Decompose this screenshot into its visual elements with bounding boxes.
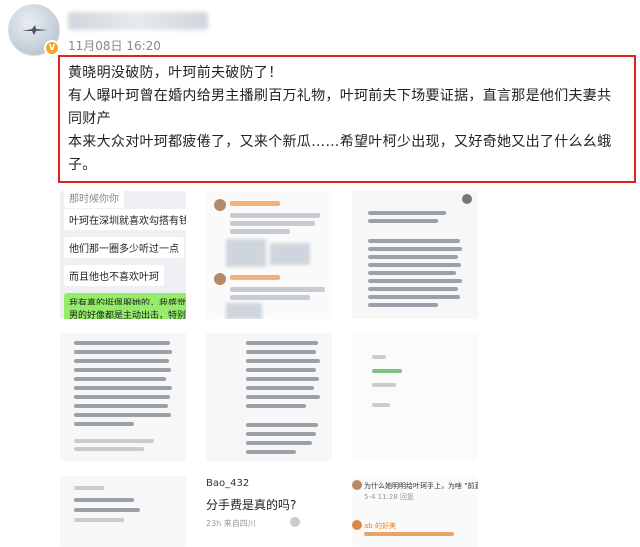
text-line bbox=[372, 369, 402, 373]
comment-image-blur bbox=[270, 243, 310, 265]
verified-badge-icon: V bbox=[44, 40, 60, 56]
text-line bbox=[368, 219, 438, 223]
reply-icon[interactable] bbox=[290, 517, 300, 527]
text-line bbox=[372, 403, 390, 407]
text-line bbox=[246, 432, 316, 436]
comment-line bbox=[230, 287, 325, 292]
post-line-2: 有人曝叶珂曾在婚内给男主播刷百万礼物，叶珂前夫下场要证据，直言那是他们夫妻共 bbox=[68, 88, 612, 104]
text-line bbox=[74, 359, 169, 363]
text-line bbox=[74, 413, 171, 417]
post-line-3: 同财产 bbox=[68, 111, 111, 127]
text-line bbox=[372, 355, 386, 359]
text-line bbox=[246, 377, 319, 381]
text-line bbox=[74, 518, 124, 522]
image-comment-bao[interactable]: Bao_432 分手费是真的吗? 23h 来自四川 bbox=[206, 476, 332, 547]
text-line bbox=[246, 368, 316, 372]
chat-message: 叶珂在深圳就喜欢勾搭有钱人 bbox=[64, 209, 186, 230]
text-line bbox=[246, 350, 316, 354]
text-line bbox=[246, 359, 320, 363]
text-line bbox=[246, 341, 318, 345]
image-text-screenshot[interactable] bbox=[352, 191, 478, 319]
comment-line bbox=[230, 229, 290, 234]
text-line bbox=[246, 404, 306, 408]
text-line bbox=[74, 439, 154, 443]
text-line bbox=[368, 271, 456, 275]
comment-name-blur bbox=[230, 201, 280, 206]
bird-icon bbox=[22, 25, 48, 35]
text-line bbox=[74, 341, 170, 345]
text-line bbox=[74, 386, 172, 390]
text-line bbox=[368, 303, 438, 307]
post-text-box: 黄晓明没破防，叶珂前夫破防了！ 有人曝叶珂曾在婚内给男主播刷百万礼物，叶珂前夫下… bbox=[58, 55, 636, 183]
image-text-screenshot[interactable] bbox=[206, 333, 332, 461]
comment-avatar bbox=[214, 199, 226, 211]
text-line bbox=[246, 386, 314, 390]
chat-partial-top: 那时候你你 bbox=[64, 191, 124, 208]
text-line bbox=[368, 211, 446, 215]
comment-username: ab 的好美 bbox=[364, 522, 396, 530]
comment-line bbox=[230, 213, 320, 218]
text-line bbox=[74, 395, 170, 399]
comment-image-blur bbox=[226, 303, 262, 319]
username-blurred[interactable] bbox=[68, 12, 208, 30]
comment-meta: 5-4 11:28 回复 bbox=[364, 493, 415, 501]
comment-text: 为什么她明明给叶珂手上，为啥 "前直接转账 bbox=[364, 482, 478, 490]
text-line bbox=[368, 255, 458, 259]
image-text-screenshot[interactable] bbox=[60, 476, 186, 547]
chat-message-green: 男的好像都是主动出击，特别主 bbox=[64, 305, 186, 319]
image-comments-screenshot[interactable]: 为什么她明明给叶珂手上，为啥 "前直接转账 5-4 11:28 回复 ab 的好… bbox=[352, 476, 478, 547]
post-time: 11月08日 16:20 bbox=[68, 39, 161, 53]
comment-meta: 23h 来自四川 bbox=[206, 519, 256, 528]
image-text-screenshot[interactable] bbox=[60, 333, 186, 461]
text-line bbox=[372, 383, 396, 387]
post-line-1: 黄晓明没破防，叶珂前夫破防了！ bbox=[68, 65, 283, 81]
image-text-screenshot[interactable] bbox=[352, 333, 478, 461]
text-line bbox=[74, 368, 171, 372]
post-line-4: 本来大众对叶珂都疲倦了，又来个新瓜……希望叶柯少出现，又好奇她又出了什么幺蛾 bbox=[68, 134, 612, 150]
comment-line bbox=[230, 295, 310, 300]
text-line bbox=[246, 423, 318, 427]
text-line bbox=[368, 287, 458, 291]
text-line bbox=[74, 486, 104, 490]
text-line bbox=[368, 263, 461, 267]
chat-message: 他们那一圈多少听过一点 bbox=[64, 237, 184, 258]
text-line bbox=[74, 498, 134, 502]
text-line bbox=[368, 247, 462, 251]
comment-avatar bbox=[214, 273, 226, 285]
comment-name-blur bbox=[230, 275, 280, 280]
comment-text: 分手费是真的吗? bbox=[206, 498, 297, 512]
text-line bbox=[368, 295, 460, 299]
text-line bbox=[74, 404, 168, 408]
image-chat-screenshot[interactable]: 那时候你你 叶珂在深圳就喜欢勾搭有钱人 他们那一圈多少听过一点 而且他也不喜欢叶… bbox=[60, 191, 186, 319]
text-line bbox=[74, 508, 140, 512]
text-line bbox=[74, 422, 134, 426]
text-line bbox=[74, 377, 166, 381]
text-line bbox=[368, 239, 460, 243]
text-line bbox=[246, 441, 312, 445]
comment-image-blur bbox=[226, 239, 266, 267]
image-comments-screenshot[interactable] bbox=[206, 191, 332, 319]
text-line bbox=[364, 532, 454, 536]
chat-message: 而且他也不喜欢叶珂 bbox=[64, 265, 164, 286]
comment-avatar bbox=[352, 480, 362, 490]
text-line bbox=[74, 350, 172, 354]
avatar-small bbox=[462, 194, 472, 204]
comment-avatar bbox=[352, 520, 362, 530]
comment-line bbox=[230, 221, 315, 226]
text-line bbox=[246, 450, 296, 454]
text-line bbox=[368, 279, 462, 283]
text-line bbox=[246, 395, 320, 399]
text-line bbox=[74, 447, 144, 451]
comment-username: Bao_432 bbox=[206, 478, 250, 489]
post-line-5: 子。 bbox=[68, 157, 97, 173]
